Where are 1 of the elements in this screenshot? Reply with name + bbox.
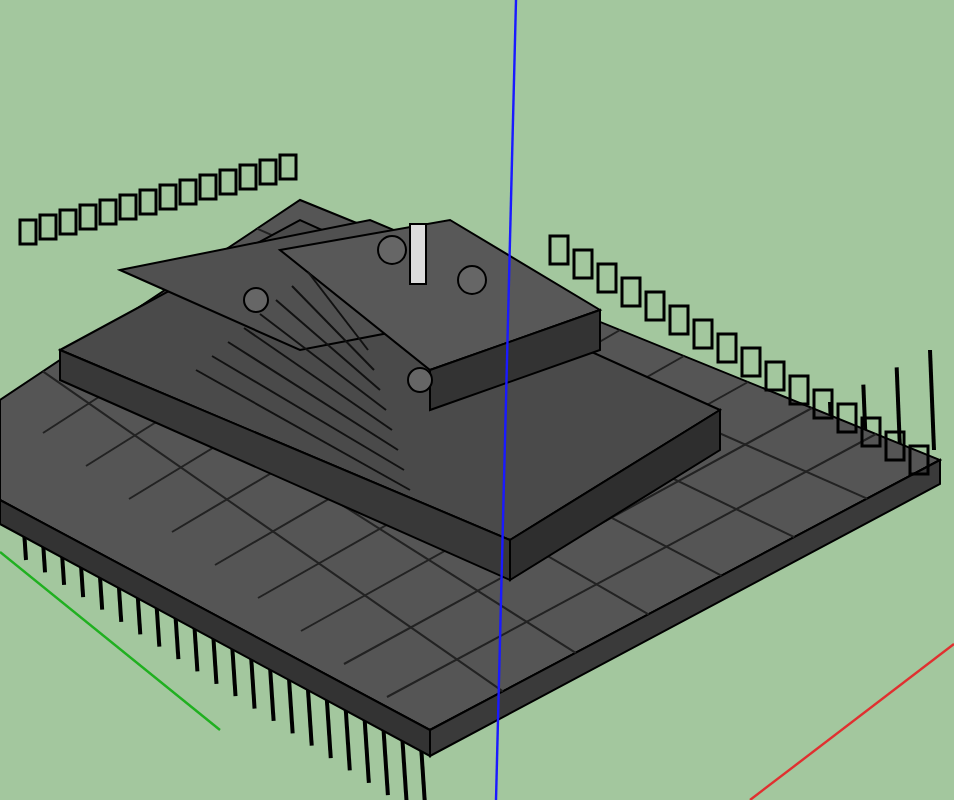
model-viewport[interactable] xyxy=(0,0,954,800)
